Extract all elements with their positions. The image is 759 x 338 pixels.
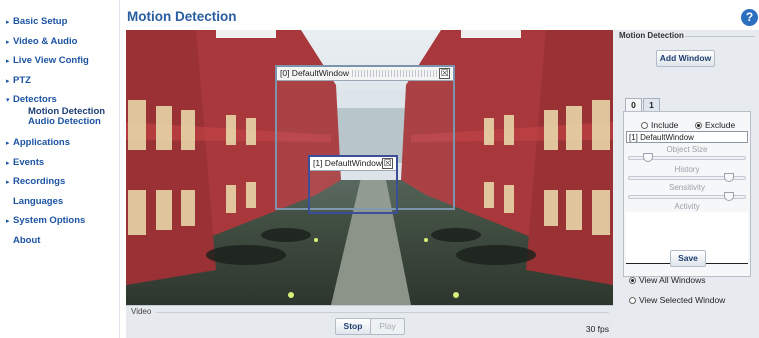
video-controls: Video Stop Play 30 fps — [126, 305, 613, 338]
sidebar-item-video-audio[interactable]: ▸ Video & Audio — [6, 32, 119, 52]
panel-legend: Motion Detection — [619, 31, 686, 40]
video-view[interactable]: [0] DefaultWindow ☒ [1] DefaultWindow ☒ — [126, 30, 613, 305]
slider-thumb[interactable] — [643, 153, 653, 162]
caret-down-icon: ▾ — [6, 97, 10, 104]
sidebar-item-label: Video & Audio — [13, 35, 78, 47]
include-radio[interactable]: Include — [641, 120, 678, 130]
help-icon[interactable]: ? — [741, 9, 758, 26]
slider-thumb[interactable] — [724, 192, 734, 201]
sidebar-item-label: System Options — [13, 215, 86, 226]
radio-unselected-icon — [641, 122, 648, 129]
activity-label: Activity — [674, 202, 700, 211]
sidebar-item-label: PTZ — [13, 74, 31, 86]
sidebar-nav: ▸ Basic Setup ▸ Video & Audio ▸ Live View C… — [0, 0, 120, 338]
view-selected-window-radio[interactable]: View Selected Window — [629, 295, 725, 305]
object-size-slider[interactable] — [628, 153, 746, 162]
sidebar-item-ptz[interactable]: ▸ PTZ — [6, 71, 119, 91]
exclude-label: Exclude — [705, 120, 736, 130]
sidebar-item-detectors[interactable]: ▾ Detectors Motion Detection Audio Detect… — [6, 90, 119, 127]
close-icon[interactable]: ☒ — [439, 68, 450, 79]
caret-right-icon: ▸ — [6, 19, 10, 26]
close-icon[interactable]: ☒ — [382, 158, 393, 169]
sidebar-subitem-audio-detection[interactable]: Audio Detection — [28, 117, 119, 127]
radio-unselected-icon — [629, 297, 636, 304]
save-button[interactable]: Save — [670, 250, 706, 267]
sidebar-item-label: Basic Setup — [13, 16, 68, 27]
play-button[interactable]: Play — [370, 318, 405, 335]
sidebar-item-events[interactable]: ▸ Events — [6, 153, 119, 173]
slider-thumb[interactable] — [724, 173, 734, 182]
sidebar-item-basic-setup[interactable]: ▸ Basic Setup — [6, 12, 119, 32]
video-legend: Video — [131, 307, 152, 316]
caret-right-icon: ▸ — [6, 38, 10, 46]
exclude-radio[interactable]: Exclude — [695, 120, 735, 130]
sidebar-item-label: Languages — [13, 195, 64, 207]
include-label: Include — [651, 120, 679, 130]
fps-readout: 30 fps — [585, 324, 609, 334]
page-title: Motion Detection — [127, 9, 237, 24]
radio-selected-icon — [695, 122, 702, 129]
sidebar-item-about[interactable]: About — [6, 231, 119, 251]
motion-window-1[interactable]: [1] DefaultWindow ☒ — [308, 155, 398, 214]
view-all-label: View All Windows — [639, 275, 706, 285]
motion-window-title: [0] DefaultWindow — [280, 68, 349, 78]
caret-right-icon: ▸ — [6, 159, 10, 167]
sidebar-item-label: Applications — [13, 137, 71, 148]
sensitivity-slider[interactable] — [628, 192, 746, 201]
sensitivity-label: Sensitivity — [668, 183, 705, 192]
detectors-subnav: Motion Detection Audio Detection — [6, 107, 119, 127]
nav-list: ▸ Basic Setup ▸ Video & Audio ▸ Live View C… — [0, 0, 119, 250]
sidebar-item-recordings[interactable]: ▸ Recordings — [6, 172, 119, 192]
caret-right-icon: ▸ — [6, 218, 10, 225]
fieldset-line — [685, 36, 755, 37]
sidebar-item-live-view-config[interactable]: ▸ Live View Config — [6, 51, 119, 71]
window-name-field[interactable] — [626, 131, 748, 143]
sidebar-item-label: Live View Config — [13, 55, 89, 66]
caret-right-icon: ▸ — [6, 179, 10, 186]
caret-right-icon: ▸ — [6, 77, 10, 85]
sidebar-item-label: Detectors — [13, 94, 57, 105]
sidebar-item-label: Recordings — [13, 176, 66, 187]
drag-handle-hatch — [352, 70, 437, 77]
add-window-button[interactable]: Add Window — [656, 50, 715, 67]
view-selected-label: View Selected Window — [639, 295, 726, 305]
sidebar-item-system-options[interactable]: ▸ System Options — [6, 211, 119, 231]
motion-detection-panel: Motion Detection Add Window 0 1 Include … — [613, 30, 759, 338]
motion-window-titlebar[interactable]: [0] DefaultWindow ☒ — [277, 67, 453, 81]
tab-window-0[interactable]: 0 — [625, 98, 642, 111]
fieldset-line — [156, 312, 609, 313]
caret-right-icon: ▸ — [6, 58, 10, 65]
motion-window-titlebar[interactable]: [1] DefaultWindow ☒ — [310, 157, 396, 171]
view-all-windows-radio[interactable]: View All Windows — [629, 275, 705, 285]
sidebar-item-label: Events — [13, 156, 45, 168]
caret-right-icon: ▸ — [6, 140, 10, 147]
sidebar-item-languages[interactable]: Languages — [6, 192, 119, 212]
sidebar-item-applications[interactable]: ▸ Applications — [6, 133, 119, 153]
motion-window-title: [1] DefaultWindow — [313, 158, 382, 168]
history-slider[interactable] — [628, 173, 746, 182]
tab-window-1[interactable]: 1 — [643, 98, 660, 111]
radio-selected-icon — [629, 277, 636, 284]
sidebar-item-label: About — [13, 234, 41, 246]
stop-button[interactable]: Stop — [335, 318, 371, 335]
